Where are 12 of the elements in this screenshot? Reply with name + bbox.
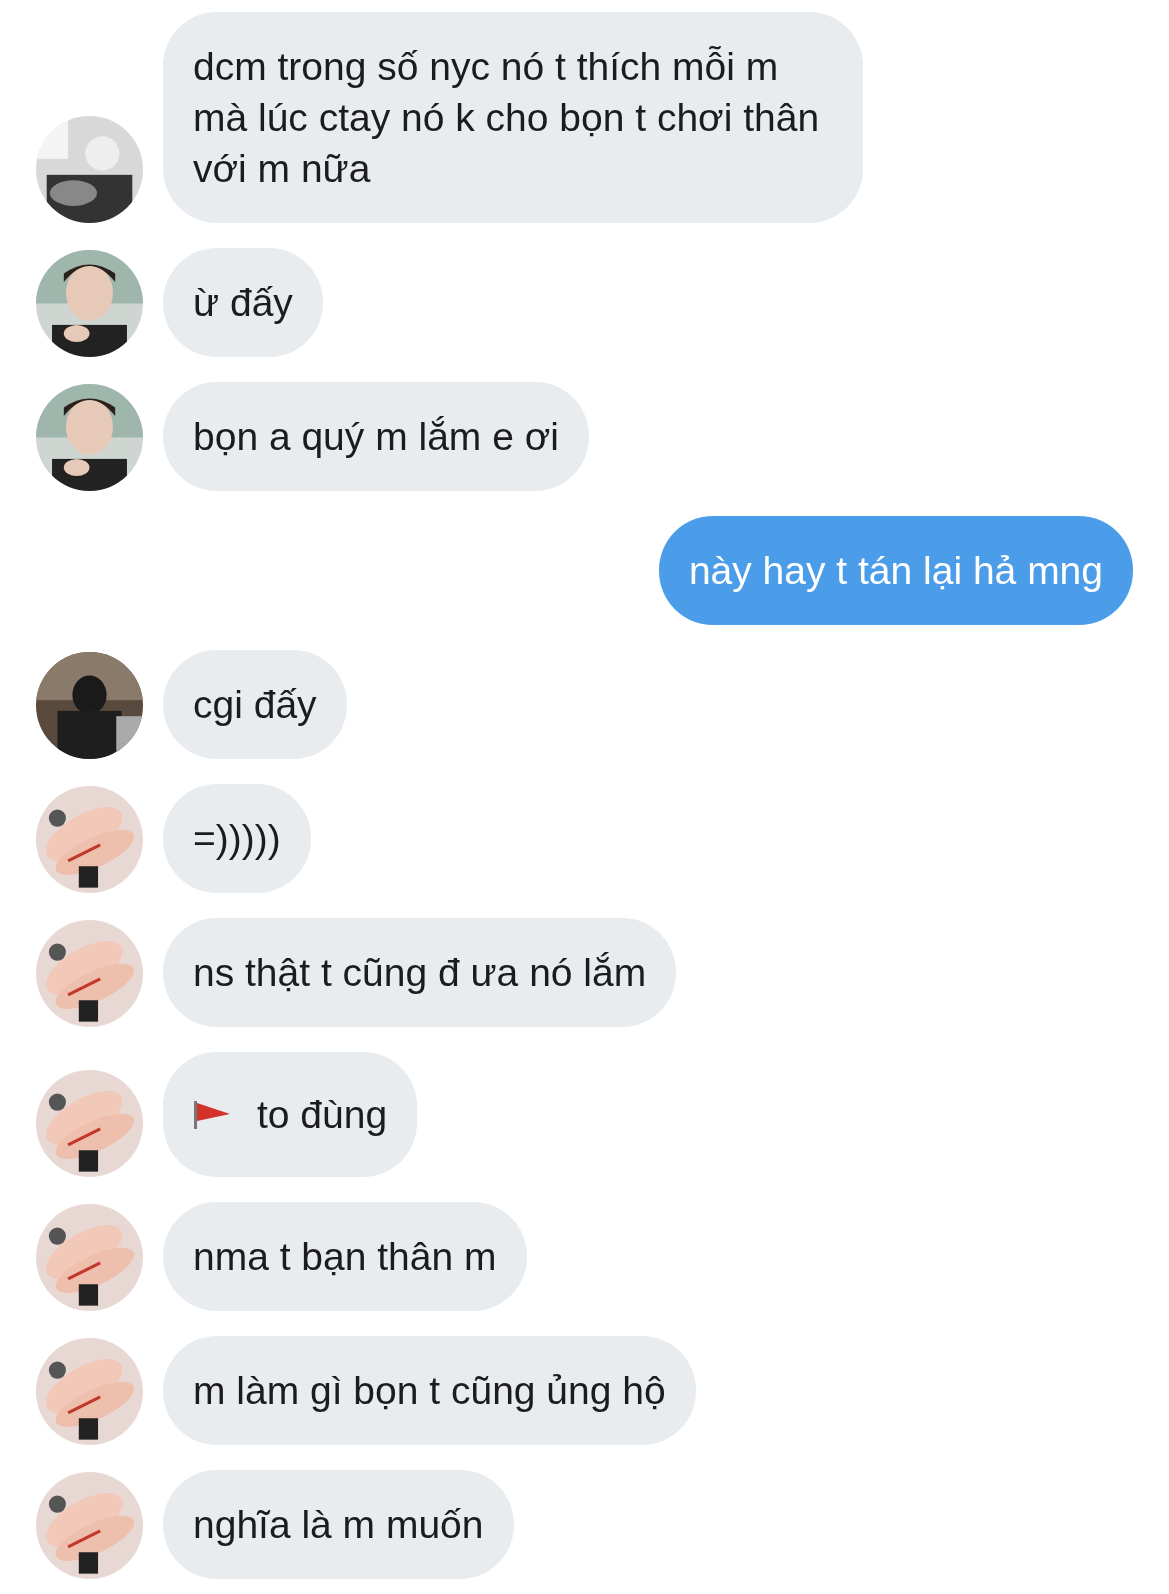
message-text: to đùng — [257, 1092, 388, 1138]
message-bubble: =))))) — [163, 784, 311, 893]
message-bubble: cgi đấy — [163, 650, 347, 759]
flag-icon — [193, 1100, 231, 1129]
message-bubble: bọn a quý m lắm e ơi — [163, 382, 589, 491]
message-bubble: m làm gì bọn t cũng ủng hộ — [163, 1336, 696, 1445]
message-bubble: ừ đấy — [163, 248, 323, 357]
message-bubble: nghĩa là m muốn — [163, 1470, 514, 1579]
message-bubble: này hay t tán lại hả mng — [658, 516, 1133, 625]
message-bubble: nma t bạn thân m — [163, 1202, 527, 1311]
message-bubble: ns thật t cũng đ ưa nó lắm — [163, 918, 677, 1027]
message-bubble: dcm trong số nyc nó t thích mỗi m mà lúc ctay nó k cho bọn t chơi thân với m nữa — [163, 12, 863, 223]
